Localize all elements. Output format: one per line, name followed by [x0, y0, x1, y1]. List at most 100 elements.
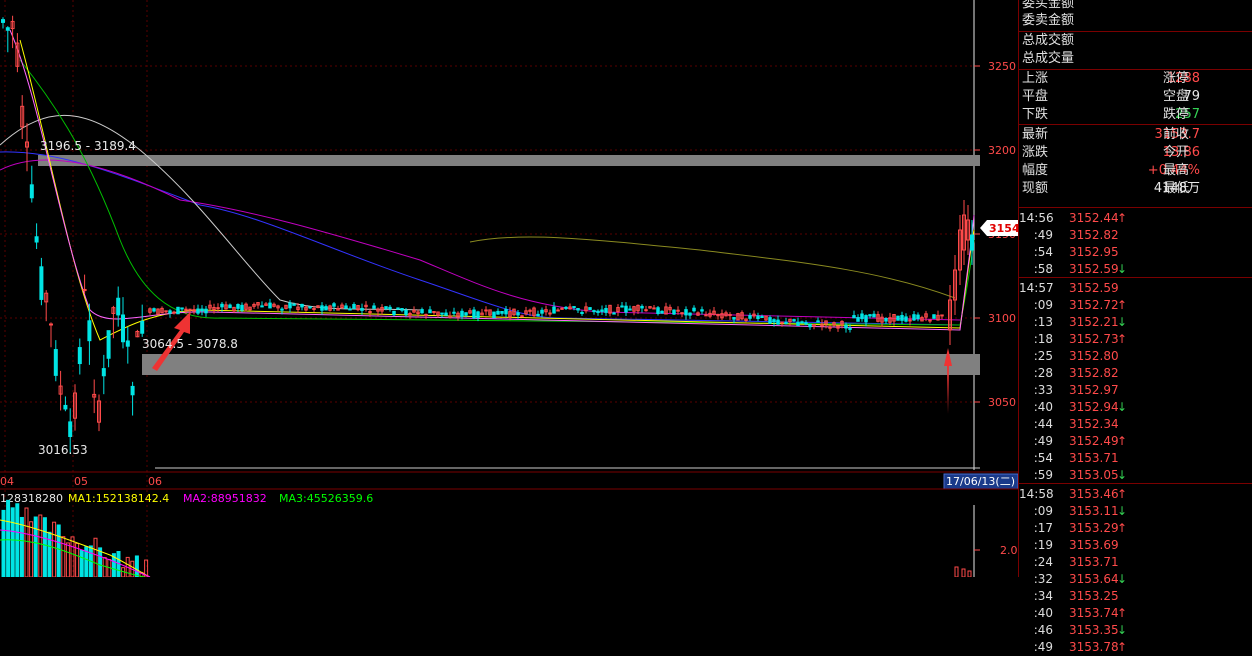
tick-row[interactable]: :58 3152.59 ↓ [1019, 261, 1252, 278]
kline-chart-area[interactable]: 3250 3200 3150 3100 3050 [0, 0, 1020, 578]
tick-row[interactable]: :17 3153.29 ↑ [1019, 520, 1252, 537]
tick-row[interactable]: 14:58 3153.46 ↑ [1019, 486, 1252, 503]
candle-body [556, 309, 560, 312]
candle-body [624, 305, 628, 313]
tick-row[interactable]: :18 3152.73 ↑ [1019, 331, 1252, 348]
candle-body [896, 315, 900, 321]
candle-body [732, 317, 736, 320]
arrow-down-icon: ↓ [1117, 315, 1128, 329]
candle-body [106, 330, 111, 359]
breadth-label: 平盘 [1022, 89, 1049, 104]
volume-bar [33, 516, 38, 578]
arrow-down-icon: ↓ [1117, 623, 1128, 637]
tick-row[interactable]: :54 3153.71 [1019, 450, 1252, 467]
ask-amount-label: 委卖金额 [1022, 13, 1075, 28]
quote-label2: 最低 [1163, 181, 1190, 196]
candle-body [39, 266, 44, 300]
candle-body [216, 307, 220, 310]
price-gridlines [0, 65, 974, 403]
candle-body [5, 27, 10, 31]
volume-bar [10, 507, 15, 578]
candle-body [656, 307, 660, 314]
tick-row[interactable]: 14:57 3152.59 [1019, 280, 1252, 297]
candle-body [1, 19, 5, 23]
tick-row[interactable]: :44 3152.34 [1019, 416, 1252, 433]
candle-body [864, 315, 868, 323]
tick-row[interactable]: :25 3152.80 [1019, 348, 1252, 365]
tick-row[interactable]: :33 3152.97 [1019, 382, 1252, 399]
tick-row[interactable]: :40 3153.74 ↑ [1019, 605, 1252, 622]
candle-body [660, 310, 664, 314]
candle-body [320, 305, 324, 311]
tick-row[interactable]: :28 3152.82 [1019, 365, 1252, 382]
tick-row[interactable]: 14:56 3152.44 ↑ [1019, 210, 1252, 227]
tick-time: :28 [1033, 366, 1053, 380]
candle-body [640, 305, 644, 309]
volume-bar [134, 555, 139, 578]
tick-row[interactable]: :34 3153.25 [1019, 588, 1252, 605]
tick-row[interactable]: :09 3153.11 ↓ [1019, 503, 1252, 520]
candle-body [844, 324, 848, 329]
tick-time: :49 [1033, 434, 1053, 448]
candle-body [900, 315, 904, 321]
tick-row[interactable]: :19 3153.69 [1019, 537, 1252, 554]
price-label: 3250 [988, 60, 1016, 73]
tick-price: 3152.34 [1069, 417, 1119, 431]
candle-body [34, 236, 39, 243]
tick-row[interactable]: :46 3153.35 ↓ [1019, 622, 1252, 639]
candle-body [760, 315, 764, 318]
candle-body [200, 308, 204, 312]
support-zone-box[interactable] [142, 354, 980, 375]
kline-chart-canvas[interactable]: 3250 3200 3150 3100 3050 [0, 0, 1020, 578]
tick-row[interactable]: :24 3153.71 [1019, 554, 1252, 571]
candle-body [928, 319, 932, 322]
volume-bar [38, 514, 43, 578]
price-label: 3100 [988, 312, 1016, 325]
candle-body [856, 317, 860, 322]
candle-body [932, 314, 936, 319]
tick-row[interactable]: :32 3153.64 ↓ [1019, 571, 1252, 588]
quote-label: 现额 [1022, 181, 1049, 196]
breadth-label2: 涨停 [1163, 71, 1190, 86]
candle-body [288, 302, 292, 309]
candle-body [560, 307, 564, 310]
tick-row[interactable]: :13 3152.21 ↓ [1019, 314, 1252, 331]
quote-label: 幅度 [1022, 163, 1049, 178]
tick-row[interactable]: :40 3152.94 ↓ [1019, 399, 1252, 416]
candle-body [180, 307, 184, 310]
candle-body [620, 305, 624, 308]
volume-bar [98, 547, 103, 578]
candle-body [728, 314, 732, 317]
low-price-label: 3016.53 [38, 443, 88, 457]
volume-bar [65, 542, 70, 578]
tick-price: 3153.29 [1069, 521, 1119, 535]
quote-label2: 今开 [1163, 145, 1190, 160]
quote-row: 最新 3153.7 前收 [1019, 126, 1252, 144]
date-label: 05 [74, 475, 88, 488]
candle-body [164, 310, 168, 313]
candle-body [868, 314, 872, 317]
tick-time: :40 [1033, 400, 1053, 414]
volume-ma3: MA3:45526359.6 [279, 492, 373, 505]
tick-row[interactable]: :49 3152.49 ↑ [1019, 433, 1252, 450]
tick-time: :24 [1033, 555, 1053, 569]
volume-bar [19, 516, 24, 578]
candle-body [396, 307, 400, 310]
tick-row[interactable]: :54 3152.95 [1019, 244, 1252, 261]
candle-body [756, 315, 760, 320]
tick-row[interactable]: :59 3153.05 ↓ [1019, 467, 1252, 484]
volume-bar [967, 570, 972, 578]
candle-body [912, 314, 916, 321]
candle-body [700, 309, 704, 312]
arrow-up-icon: ↑ [1117, 298, 1128, 312]
tick-price: 3153.35 [1069, 623, 1119, 637]
tick-row[interactable]: :49 3153.78 ↑ [1019, 639, 1252, 656]
volume-ma1: MA1:152138142.4 [68, 492, 169, 505]
tick-row[interactable]: :49 3152.82 [1019, 227, 1252, 244]
candle-body [392, 310, 396, 316]
tick-row[interactable]: :09 3152.72 ↑ [1019, 297, 1252, 314]
candle-body [460, 310, 464, 317]
tick-price: 3153.78 [1069, 640, 1119, 654]
candle-body [444, 312, 448, 316]
resistance-zone-box[interactable] [38, 155, 980, 166]
